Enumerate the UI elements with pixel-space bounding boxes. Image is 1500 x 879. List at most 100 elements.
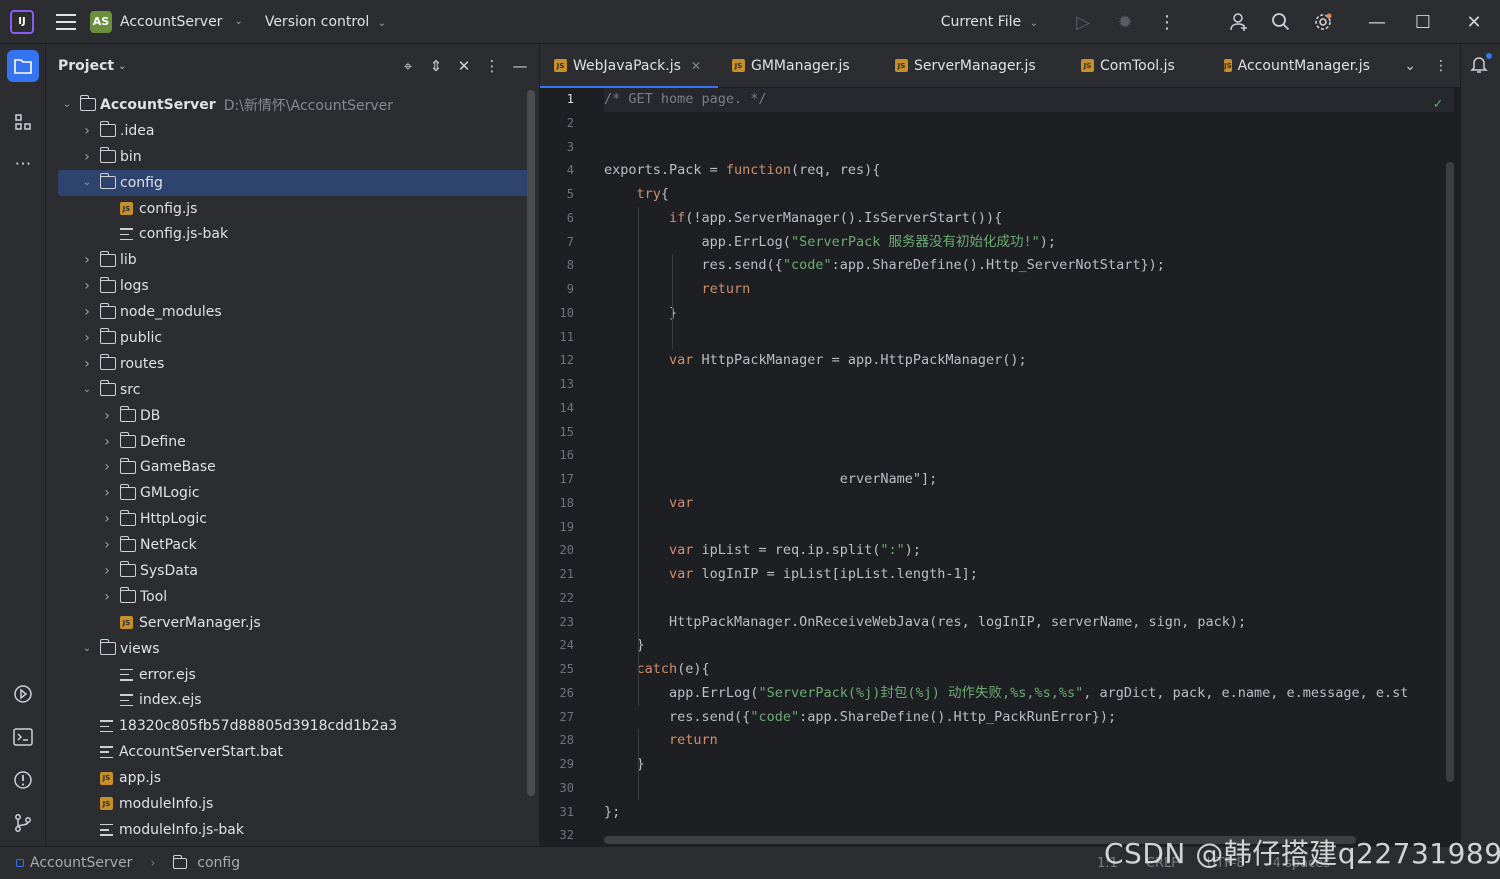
code-line[interactable]: catch(e){ [604, 658, 1454, 682]
editor-tab[interactable]: JS AccountManager.js [1210, 44, 1380, 88]
line-number[interactable]: 30 [540, 777, 590, 801]
line-number[interactable]: 3 [540, 136, 590, 160]
terminal-icon[interactable] [7, 721, 39, 753]
chevron-right-icon[interactable]: › [100, 511, 114, 527]
line-number[interactable]: 26 [540, 682, 590, 706]
chevron-right-icon[interactable]: › [100, 408, 114, 424]
collapse-all-icon[interactable]: ✕ [455, 57, 473, 75]
line-number[interactable]: 31 [540, 801, 590, 825]
code-line[interactable]: return [604, 729, 1454, 753]
tree-file-item[interactable]: JS config.js [46, 196, 532, 222]
app-logo-icon[interactable]: IJ [10, 9, 34, 34]
more-tools-icon[interactable]: ⋯ [7, 148, 39, 180]
minimize-icon[interactable]: — [1356, 0, 1398, 44]
editor-vertical-scrollbar[interactable] [1446, 162, 1454, 782]
tree-folder-item[interactable]: ⌄ AccountServer D:\新情怀\AccountServer [46, 92, 532, 118]
problems-icon[interactable] [7, 764, 39, 796]
editor-tab[interactable]: JS ComTool.js [1067, 44, 1210, 88]
code-line[interactable]: var logInIP = ipList[ipList.length-1]; [604, 563, 1454, 587]
line-number[interactable]: 32 [540, 824, 590, 846]
chevron-right-icon[interactable]: › [80, 304, 94, 320]
line-number[interactable]: 12 [540, 349, 590, 373]
code-line[interactable] [604, 444, 1454, 468]
code-line[interactable]: app.ErrLog("ServerPack(%j)封包(%j) 动作失败,%s… [604, 682, 1454, 706]
chevron-right-icon[interactable]: › [100, 485, 114, 501]
code-line[interactable]: } [604, 302, 1454, 326]
tree-file-item[interactable]: error.ejs [46, 662, 532, 688]
tree-folder-item[interactable]: › HttpLogic [46, 506, 532, 532]
close-icon[interactable]: ✕ [1448, 0, 1500, 44]
tree-folder-item[interactable]: › bin [46, 144, 532, 170]
tree-folder-item[interactable]: › logs [46, 273, 532, 299]
line-number[interactable]: 11 [540, 326, 590, 350]
code-line[interactable]: }; [604, 801, 1454, 825]
chevron-right-icon[interactable]: › [80, 149, 94, 165]
code-line[interactable] [604, 516, 1454, 540]
tree-file-item[interactable]: moduleInfo.js-bak [46, 817, 532, 843]
code-line[interactable] [604, 326, 1454, 350]
chevron-down-icon[interactable]: ⌄ [60, 99, 74, 110]
options-icon[interactable]: ⋮ [483, 57, 501, 75]
line-number[interactable]: 28 [540, 729, 590, 753]
tab-options-icon[interactable]: ⋮ [1434, 58, 1448, 74]
tree-folder-item[interactable]: › .idea [46, 118, 532, 144]
code-line[interactable] [604, 421, 1454, 445]
editor-tab[interactable]: JS ServerManager.js [881, 44, 1067, 88]
more-actions-icon[interactable]: ⋮ [1146, 0, 1188, 44]
code-line[interactable]: /* GET home page. */ [604, 88, 1454, 112]
line-number[interactable]: 14 [540, 397, 590, 421]
tree-folder-item[interactable]: › NetPack [46, 532, 532, 558]
tree-folder-item[interactable]: › node_modules [46, 299, 532, 325]
code-line[interactable]: res.send({"code":app.ShareDefine().Http_… [604, 706, 1454, 730]
chevron-right-icon[interactable]: › [100, 434, 114, 450]
tree-file-item[interactable]: JS moduleInfo.js [46, 791, 532, 817]
chevron-right-icon[interactable]: › [100, 537, 114, 553]
chevron-right-icon[interactable]: › [100, 563, 114, 579]
code-line[interactable]: } [604, 753, 1454, 777]
tree-folder-item[interactable]: ⌄ views [46, 636, 532, 662]
chevron-right-icon[interactable]: › [100, 459, 114, 475]
code-line[interactable]: if(!app.ServerManager().IsServerStart())… [604, 207, 1454, 231]
line-number[interactable]: 10 [540, 302, 590, 326]
chevron-right-icon[interactable]: › [80, 278, 94, 294]
code-line[interactable] [604, 397, 1454, 421]
line-number[interactable]: 17 [540, 468, 590, 492]
code-line[interactable]: var [604, 492, 1454, 516]
tree-file-item[interactable]: index.ejs [46, 687, 532, 713]
hide-panel-icon[interactable]: — [511, 57, 529, 75]
tree-folder-item[interactable]: › lib [46, 247, 532, 273]
no-problems-check-icon[interactable]: ✓ [1434, 96, 1442, 112]
line-number[interactable]: 25 [540, 658, 590, 682]
tab-list-chevron-icon[interactable]: ⌄ [1404, 58, 1416, 74]
tree-folder-item[interactable]: ⌄ config [58, 169, 532, 196]
code-line[interactable]: try{ [604, 183, 1454, 207]
code-line[interactable] [604, 587, 1454, 611]
line-number[interactable]: 27 [540, 706, 590, 730]
run-icon[interactable]: ▷ [1062, 0, 1104, 44]
tree-folder-item[interactable]: › public [46, 325, 532, 351]
tree-folder-item[interactable]: › GMLogic [46, 480, 532, 506]
line-number[interactable]: 22 [540, 587, 590, 611]
tree-file-item[interactable]: JS ServerManager.js [46, 610, 532, 636]
line-number[interactable]: 24 [540, 634, 590, 658]
breadcrumb-project[interactable]: AccountServer [30, 855, 132, 871]
line-number[interactable]: 2 [540, 112, 590, 136]
tree-folder-item[interactable]: › routes [46, 351, 532, 377]
line-number[interactable]: 4 [540, 159, 590, 183]
tree-folder-item[interactable]: › GameBase [46, 454, 532, 480]
tree-file-item[interactable]: 18320c805fb57d88805d3918cdd1b2a3 [46, 713, 532, 739]
code-line[interactable] [604, 136, 1454, 160]
chevron-right-icon[interactable]: › [80, 356, 94, 372]
code-line[interactable]: erverName"]; [604, 468, 1454, 492]
line-number[interactable]: 20 [540, 539, 590, 563]
tree-folder-item[interactable]: ⌄ src [46, 377, 532, 403]
line-number[interactable]: 16 [540, 444, 590, 468]
project-view-icon[interactable] [7, 50, 39, 82]
chevron-right-icon[interactable]: › [100, 589, 114, 605]
tree-file-item[interactable]: AccountServerStart.bat [46, 739, 532, 765]
chevron-right-icon[interactable]: › [80, 252, 94, 268]
chevron-right-icon[interactable]: › [80, 330, 94, 346]
locate-file-icon[interactable]: ⌖ [399, 57, 417, 75]
code-line[interactable]: return [604, 278, 1454, 302]
breadcrumb-folder[interactable]: config [197, 855, 240, 871]
